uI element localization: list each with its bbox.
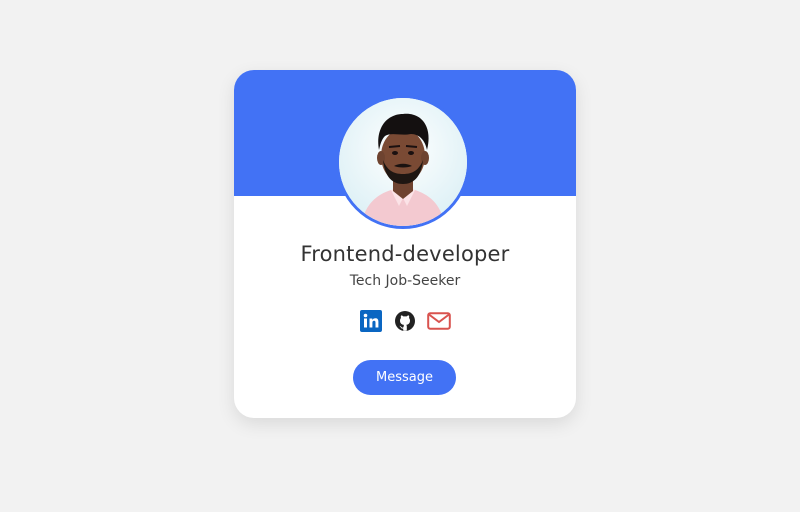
linkedin-icon — [360, 309, 382, 336]
linkedin-link[interactable] — [360, 309, 383, 336]
avatar — [339, 98, 467, 226]
avatar-photo — [339, 98, 467, 226]
profile-card: Frontend-developer Tech Job-Seeker Messa… — [234, 70, 576, 418]
mail-link[interactable] — [427, 311, 451, 334]
social-links — [234, 309, 576, 336]
github-icon — [394, 310, 416, 336]
profile-subtitle: Tech Job-Seeker — [349, 273, 461, 289]
profile-title: Frontend-developer — [300, 242, 510, 266]
message-button[interactable]: Message — [353, 360, 456, 395]
mail-icon — [427, 311, 451, 334]
github-link[interactable] — [394, 310, 417, 336]
